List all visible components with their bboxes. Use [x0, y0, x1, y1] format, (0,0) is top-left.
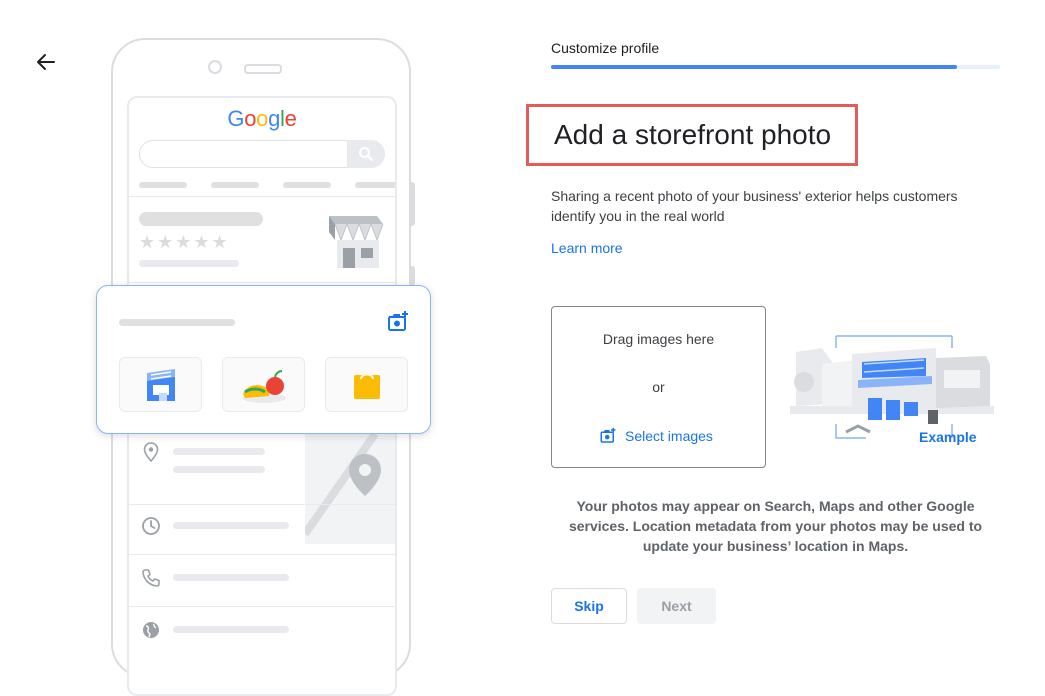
title-highlight: Add a storefront photo: [526, 104, 858, 166]
clock-icon: [142, 517, 160, 535]
mock-divider: [129, 282, 395, 283]
progress-fill: [551, 65, 957, 69]
mock-tab-bar: [139, 182, 187, 188]
globe-icon: [143, 622, 159, 638]
add-photo-icon: [600, 427, 616, 443]
storefront-example-illustration: [790, 335, 994, 439]
mock-detail-bar: [173, 626, 289, 633]
phone-side-button: [411, 266, 415, 286]
skip-button[interactable]: Skip: [551, 588, 627, 624]
back-button[interactable]: [30, 46, 62, 78]
shopping-bag-tile-icon: [354, 373, 380, 399]
mock-rating-stars: ★★★★★: [139, 232, 230, 252]
storefront-tile: [119, 357, 202, 412]
phone-camera: [208, 60, 222, 74]
storefront-tile-icon: [147, 369, 175, 401]
learn-more-link[interactable]: Learn more: [551, 240, 623, 256]
drag-images-text: Drag images here: [602, 331, 715, 347]
photo-upload-preview-card: [96, 285, 431, 434]
step-label: Customize profile: [551, 40, 660, 56]
add-photo-icon: [388, 311, 408, 331]
mock-search-button: [347, 140, 385, 168]
mock-map: [305, 434, 395, 544]
arrow-back-icon: [37, 54, 55, 70]
phone-icon: [142, 569, 160, 587]
image-drop-zone[interactable]: Drag images here or Select images: [551, 306, 766, 468]
mock-detail-bar: [173, 522, 289, 529]
google-logo: Google: [227, 106, 297, 131]
food-tile: [222, 357, 305, 412]
next-button[interactable]: Next: [637, 588, 716, 624]
select-images-label: Select images: [625, 428, 713, 444]
mock-divider: [129, 196, 395, 197]
page-title: Add a storefront photo: [554, 119, 832, 150]
privacy-notice: Your photos may appear on Search, Maps a…: [568, 498, 983, 554]
mock-detail-bar: [173, 448, 265, 455]
mock-card-title-bar: [119, 319, 235, 326]
mock-detail-bar: [139, 260, 239, 267]
mock-divider: [129, 504, 395, 505]
select-images-button[interactable]: Select images: [599, 427, 713, 445]
mock-divider: [129, 606, 395, 607]
phone-side-button: [411, 182, 415, 226]
mock-tab-bar: [283, 182, 331, 188]
mock-tab-bar: [211, 182, 259, 188]
mock-detail-bar: [173, 574, 289, 581]
mock-detail-bar: [173, 466, 265, 473]
location-pin-icon: [143, 442, 159, 462]
storefront-icon: [329, 216, 384, 268]
mock-tab-bar: [355, 182, 395, 188]
or-text: or: [652, 379, 665, 395]
shopping-tile: [325, 357, 408, 412]
page-description: Sharing a recent photo of your business'…: [551, 188, 958, 224]
mock-business-name: [139, 212, 263, 226]
search-icon: [359, 147, 373, 161]
progress-bar: [551, 65, 1000, 69]
example-label: Example: [919, 429, 977, 445]
mock-divider: [129, 554, 395, 555]
food-tile-icon: [242, 370, 286, 403]
phone-speaker: [244, 64, 282, 74]
